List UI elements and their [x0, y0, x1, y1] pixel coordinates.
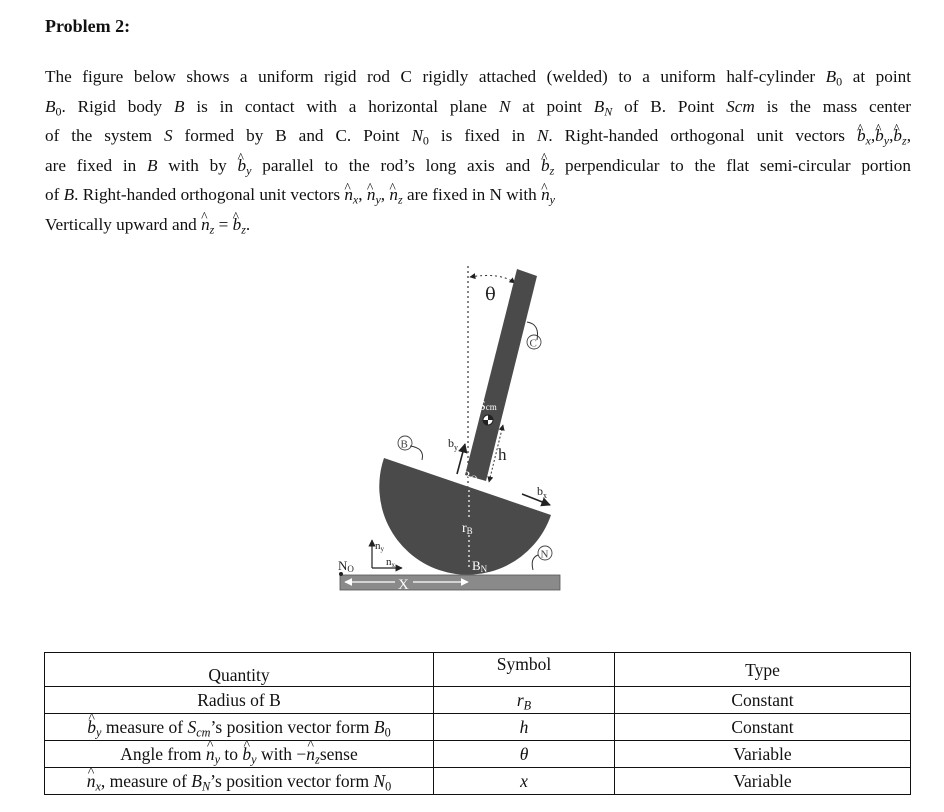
math-symbol: BN — [191, 771, 211, 794]
unit-vector-symbol: ny — [367, 173, 381, 206]
symbol-cell: x — [433, 767, 615, 795]
mechanism-figure: θ X Scm h C B by bx BO rB BN N ny nx NO — [338, 266, 561, 593]
math-symbol: S — [163, 126, 173, 146]
problem-statement: The figure below shows a uniform rigid r… — [45, 62, 911, 240]
unit-vector-symbol: bz — [233, 203, 246, 236]
unit-vector-symbol: nz — [306, 735, 320, 765]
paragraph-line: Vertically upward and nz = bz. — [45, 203, 911, 240]
quantity-cell: Radius of B — [44, 686, 434, 714]
math-symbol: B0 — [373, 717, 391, 740]
unit-vector-symbol: nz — [201, 203, 214, 236]
math-symbol: Scm — [187, 717, 211, 740]
math-symbol: B0 — [825, 67, 843, 89]
header-type: Type — [614, 652, 911, 687]
nx-label: nx — [386, 556, 396, 569]
theta-arc-arrow — [469, 273, 516, 284]
by-label: by — [448, 436, 458, 452]
table-row: Angle from ny to by with −nzsenseθVariab… — [44, 735, 911, 768]
unit-vector-symbol: nx — [344, 173, 358, 206]
table-header-row: Quantity Symbol Type — [44, 652, 911, 687]
unit-vector-symbol: nx — [87, 762, 101, 792]
unit-vector-symbol: nz — [389, 173, 402, 206]
math-symbol: N0 — [373, 771, 392, 794]
table-row: nx, measure of BN’s position vector form… — [44, 762, 911, 795]
unit-vector-symbol: bx — [857, 114, 871, 147]
math-symbol: B — [173, 96, 185, 116]
unit-vector-symbol: by — [87, 708, 101, 738]
header-quantity: Quantity — [44, 652, 434, 687]
x-label: X — [398, 577, 409, 593]
symbol-cell: h — [433, 713, 615, 741]
unit-vector-symbol: bz — [893, 114, 906, 147]
unit-vector-symbol: by — [242, 735, 256, 765]
math-symbol: N0 — [411, 126, 429, 148]
plane-n-label: N — [541, 549, 549, 561]
bx-label: bx — [537, 484, 547, 500]
unit-vector-symbol: ny — [541, 173, 555, 206]
quantities-table: Quantity Symbol Type Radius of BrB Consta… — [44, 652, 911, 795]
unit-vector-symbol: by — [238, 143, 252, 176]
ny-label: ny — [375, 540, 385, 553]
paragraph-line: The figure below shows a uniform rigid r… — [45, 67, 911, 89]
math-symbol: N — [498, 96, 511, 116]
symbol-cell: θ — [433, 740, 615, 768]
table-row: by measure of Scm’s position vector form… — [44, 708, 911, 741]
type-cell: Constant — [614, 713, 911, 741]
theta-label: θ — [485, 284, 496, 305]
body-b-label: B — [401, 439, 408, 451]
quantity-cell: by measure of Scm’s position vector form… — [44, 708, 434, 741]
rod-c-label: C — [530, 338, 537, 350]
paragraph-line: of B. Right-handed orthogonal unit vecto… — [45, 173, 911, 210]
paragraph-line: are fixed in B with by by parallel to th… — [45, 143, 911, 181]
quantity-cell: Angle from ny to by with −nzsense — [44, 735, 434, 768]
table-row: Radius of BrB Constant — [44, 686, 911, 714]
math-symbol: B — [63, 185, 75, 205]
unit-vector-symbol: ny — [206, 735, 220, 765]
type-cell: Variable — [614, 767, 911, 795]
symbol-cell: rB — [433, 686, 615, 714]
header-symbol: Symbol — [433, 652, 615, 687]
paragraph-line: of the system S formed by B and C. Point… — [45, 114, 911, 151]
math-symbol: B0 — [45, 96, 62, 119]
quantity-cell: nx, measure of BN’s position vector form… — [44, 762, 434, 795]
type-cell: Variable — [614, 740, 911, 768]
math-symbol: BN — [593, 96, 613, 119]
math-symbol: B — [146, 155, 158, 175]
problem-title: Problem 2: — [45, 16, 131, 36]
type-cell: Constant — [614, 686, 911, 714]
scm-label: Scm — [478, 399, 497, 414]
n0-label: NO — [338, 558, 354, 574]
h-label: h — [498, 445, 507, 464]
math-symbol: Scm — [726, 96, 755, 116]
unit-vector-symbol: by — [875, 114, 889, 147]
paragraph-line: B0. Rigid body B is in contact with a ho… — [45, 96, 911, 119]
